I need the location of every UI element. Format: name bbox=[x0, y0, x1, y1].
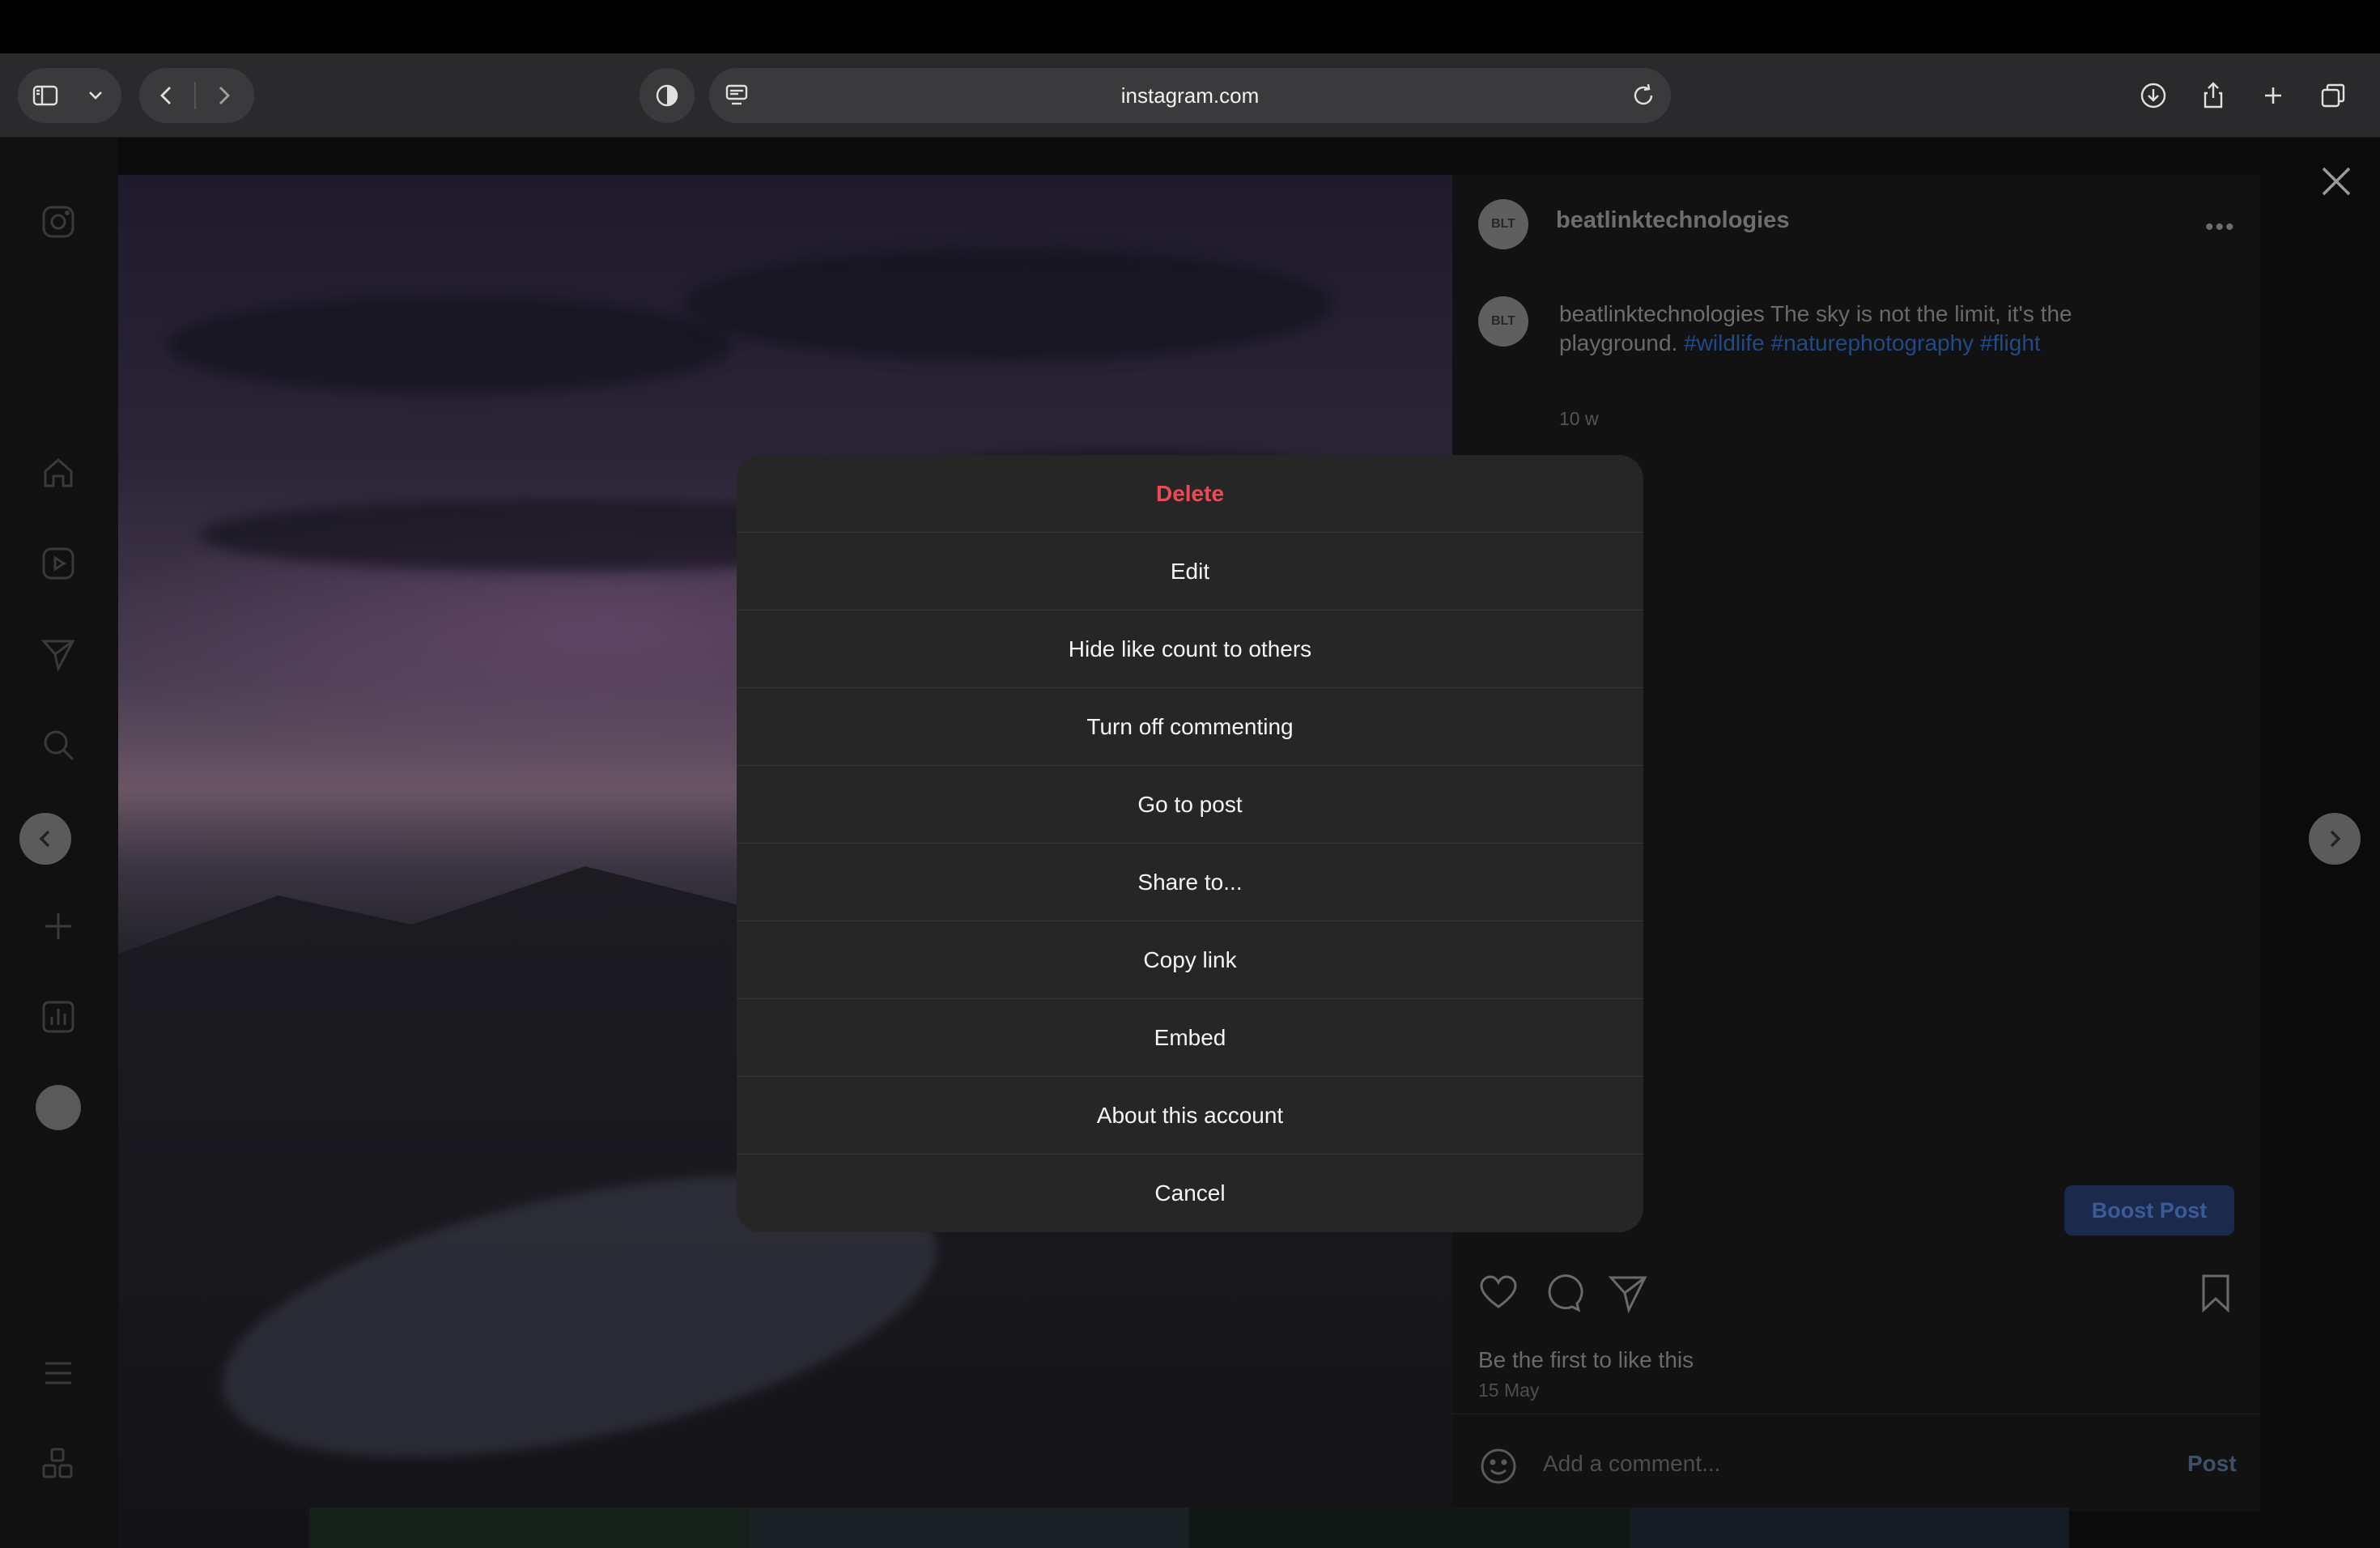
profile-avatar[interactable] bbox=[36, 1085, 81, 1130]
reels-icon[interactable] bbox=[36, 541, 81, 586]
more-options-icon[interactable]: ••• bbox=[2205, 214, 2236, 241]
like-heart-icon[interactable] bbox=[1478, 1273, 1519, 1313]
embed-button[interactable]: Embed bbox=[737, 999, 1643, 1077]
back-icon[interactable] bbox=[139, 68, 194, 123]
home-icon[interactable] bbox=[36, 450, 81, 495]
chevron-down-icon[interactable] bbox=[73, 68, 118, 123]
post-options-modal: Delete Edit Hide like count to others Tu… bbox=[737, 455, 1643, 1232]
hide-like-count-button[interactable]: Hide like count to others bbox=[737, 610, 1643, 688]
hashtag-wildlife[interactable]: #wildlife bbox=[1684, 330, 1765, 355]
sidebar-toggle-icon[interactable] bbox=[18, 68, 73, 123]
post-age: 10 w bbox=[1559, 408, 1599, 429]
emoji-icon[interactable] bbox=[1478, 1446, 1519, 1486]
post-username[interactable]: beatlinktechnologies bbox=[1556, 207, 1789, 234]
turn-off-commenting-button[interactable]: Turn off commenting bbox=[737, 688, 1643, 766]
instagram-logo-icon[interactable] bbox=[36, 199, 81, 245]
cancel-button[interactable]: Cancel bbox=[737, 1155, 1643, 1232]
sidebar-toggle-group bbox=[18, 68, 121, 123]
reload-icon[interactable] bbox=[1627, 79, 1660, 112]
insights-icon[interactable] bbox=[36, 994, 81, 1040]
profile-grid-peek bbox=[309, 1508, 2069, 1548]
delete-button[interactable]: Delete bbox=[737, 455, 1643, 533]
likes-text: Be the first to like this bbox=[1478, 1347, 1694, 1372]
menu-icon[interactable] bbox=[36, 1350, 81, 1396]
address-url: instagram.com bbox=[1120, 83, 1260, 108]
chevron-left-icon bbox=[39, 830, 50, 848]
about-this-account-button[interactable]: About this account bbox=[737, 1077, 1643, 1155]
previous-post-button[interactable] bbox=[19, 813, 71, 865]
new-tab-icon[interactable] bbox=[2246, 68, 2301, 123]
post-date: 15 May bbox=[1478, 1380, 1540, 1401]
close-icon[interactable] bbox=[2317, 162, 2356, 201]
post-caption: beatlinktechnologies The sky is not the … bbox=[1559, 300, 2174, 358]
comment-icon[interactable] bbox=[1543, 1273, 1583, 1313]
system-menubar bbox=[0, 0, 2380, 53]
toolbar-right-tools bbox=[2126, 68, 2361, 123]
post-actions bbox=[1478, 1273, 1648, 1313]
share-post-icon[interactable] bbox=[1608, 1273, 1648, 1313]
comment-input[interactable]: Add a comment... bbox=[1543, 1451, 1720, 1477]
copy-link-button[interactable]: Copy link bbox=[737, 921, 1643, 999]
create-icon[interactable] bbox=[36, 904, 81, 949]
edit-button[interactable]: Edit bbox=[737, 533, 1643, 610]
share-to-button[interactable]: Share to... bbox=[737, 844, 1643, 921]
privacy-shield-icon[interactable] bbox=[640, 68, 695, 123]
post-comment-button[interactable]: Post bbox=[2187, 1451, 2237, 1477]
search-icon[interactable] bbox=[36, 722, 81, 768]
tab-overview-icon[interactable] bbox=[2306, 68, 2361, 123]
hashtag-naturephotography[interactable]: #naturephotography bbox=[1771, 330, 1974, 355]
downloads-icon[interactable] bbox=[2126, 68, 2181, 123]
address-bar[interactable]: instagram.com bbox=[709, 68, 1671, 123]
next-post-button[interactable] bbox=[2309, 813, 2361, 865]
history-nav-group bbox=[139, 68, 254, 123]
post-author-avatar[interactable]: BLT bbox=[1478, 199, 1528, 249]
more-apps-icon[interactable] bbox=[36, 1441, 81, 1486]
caption-username[interactable]: beatlinktechnologies bbox=[1559, 301, 1765, 326]
share-icon[interactable] bbox=[2186, 68, 2241, 123]
go-to-post-button[interactable]: Go to post bbox=[737, 766, 1643, 844]
messages-icon[interactable] bbox=[36, 632, 81, 677]
caption-author-avatar[interactable]: BLT bbox=[1478, 296, 1528, 347]
boost-post-button[interactable]: Boost Post bbox=[2064, 1185, 2234, 1235]
hashtag-flight[interactable]: #flight bbox=[1980, 330, 2041, 355]
chevron-right-icon bbox=[2330, 830, 2341, 848]
forward-icon[interactable] bbox=[196, 68, 251, 123]
save-bookmark-icon[interactable] bbox=[2195, 1273, 2236, 1317]
